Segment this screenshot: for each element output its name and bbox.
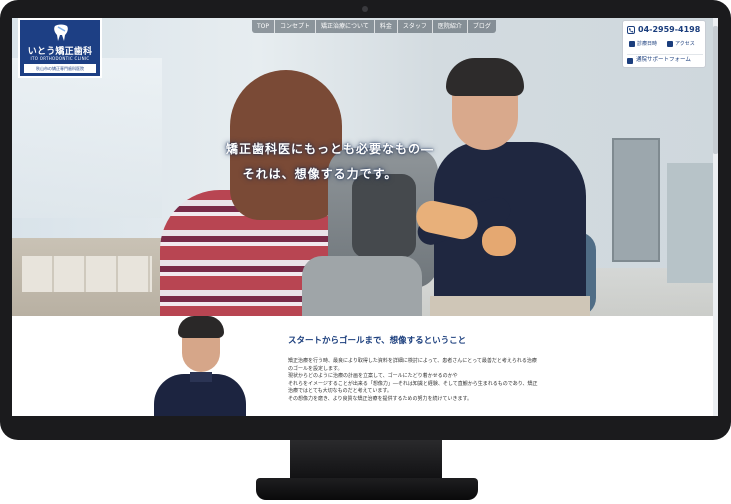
paragraph-line: 現状からどのように治療の計画を立案して、ゴールにたどり着かせるのかや xyxy=(288,373,458,380)
support-label: 通院サポートフォーム xyxy=(636,57,691,63)
section-body: 矯正治療を行う時、最良により取得した資料を詳細に検討によって、患者さんにとって最… xyxy=(288,358,708,404)
phone-icon xyxy=(627,25,635,34)
nav-item-staff[interactable]: スタッフ xyxy=(398,20,433,33)
mail-icon xyxy=(627,57,633,64)
hero-tagline-line2: それは、想像する力です。 xyxy=(242,167,398,181)
global-nav: TOP コンセプト 矯正治療について 料金 スタッフ 医院紹介 ブログ xyxy=(252,20,496,33)
browser-viewport: 矯正歯科医にもっとも必要なもの― それは、想像する力です。 いとう矯正歯科 IT… xyxy=(12,18,718,416)
nav-item-top[interactable]: TOP xyxy=(252,20,276,33)
section-heading: スタートからゴールまで、想像するということ xyxy=(288,336,467,346)
hero-image: 矯正歯科医にもっとも必要なもの― それは、想像する力です。 xyxy=(12,18,718,316)
nav-item-blog[interactable]: ブログ xyxy=(468,20,496,33)
calendar-icon xyxy=(629,41,635,47)
hero-bg-shelf xyxy=(22,256,152,292)
paragraph-line: 治療ではとても大切なものだと考えています。 xyxy=(288,388,392,395)
logo-tagline: 秋山市の矯正専門歯科医院 xyxy=(24,64,96,73)
tooth-logo-icon xyxy=(52,23,70,43)
nav-item-concept[interactable]: コンセプト xyxy=(275,20,317,33)
doctor-portrait xyxy=(150,316,250,416)
monitor-stand xyxy=(290,440,442,480)
monitor-base xyxy=(256,478,478,500)
doctor-glove-right xyxy=(482,226,516,256)
scrollbar-thumb[interactable] xyxy=(713,26,718,154)
dental-chair-headrest xyxy=(352,174,416,258)
nav-item-clinic[interactable]: 医院紹介 xyxy=(433,20,468,33)
portrait-hair xyxy=(178,316,224,338)
intro-section: スタートからゴールまで、想像するということ 矯正治療を行う時、最良により取得した… xyxy=(12,316,718,416)
hours-label: 診療日時 xyxy=(637,41,658,47)
phone-link[interactable]: 04-2959-4198 xyxy=(627,24,703,35)
hours-button[interactable]: 診療日時 xyxy=(629,39,657,49)
logo-subtitle: ITO ORTHODONTIC CLINIC xyxy=(30,56,90,61)
support-form-link[interactable]: 通院サポートフォーム xyxy=(627,54,703,66)
hero-tagline: 矯正歯科医にもっとも必要なもの― それは、想像する力です。 xyxy=(12,140,718,182)
scrollbar[interactable] xyxy=(713,18,718,416)
paragraph-line: 矯正治療を行う時、最良により取得した資料を詳細に検討によって、患者さんにとって最… xyxy=(288,358,537,364)
hero-tagline-line1: 矯正歯科医にもっとも必要なもの― xyxy=(225,142,434,156)
webcam xyxy=(362,6,368,12)
contact-box: 04-2959-4198 診療日時 アクセス 通院サポートフォーム xyxy=(622,20,706,68)
site-logo[interactable]: いとう矯正歯科 ITO ORTHODONTIC CLINIC 秋山市の矯正専門歯… xyxy=(18,18,102,78)
access-button[interactable]: アクセス xyxy=(667,39,695,49)
nav-item-price[interactable]: 料金 xyxy=(375,20,398,33)
dental-chair-seat xyxy=(302,256,422,316)
doctor-hair xyxy=(446,58,524,96)
doctor-pants xyxy=(430,296,590,316)
monitor-frame: 矯正歯科医にもっとも必要なもの― それは、想像する力です。 いとう矯正歯科 IT… xyxy=(0,0,731,440)
map-pin-icon xyxy=(667,41,673,47)
access-label: アクセス xyxy=(675,41,695,47)
phone-number: 04-2959-4198 xyxy=(638,25,701,34)
nav-item-treatment[interactable]: 矯正治療について xyxy=(316,20,375,33)
portrait-collar xyxy=(190,372,212,382)
hero-bg-window xyxy=(12,58,162,218)
paragraph-line: その想像力を磨き、より良質な矯正治療を提供するための努力を続けていきます。 xyxy=(288,395,473,402)
